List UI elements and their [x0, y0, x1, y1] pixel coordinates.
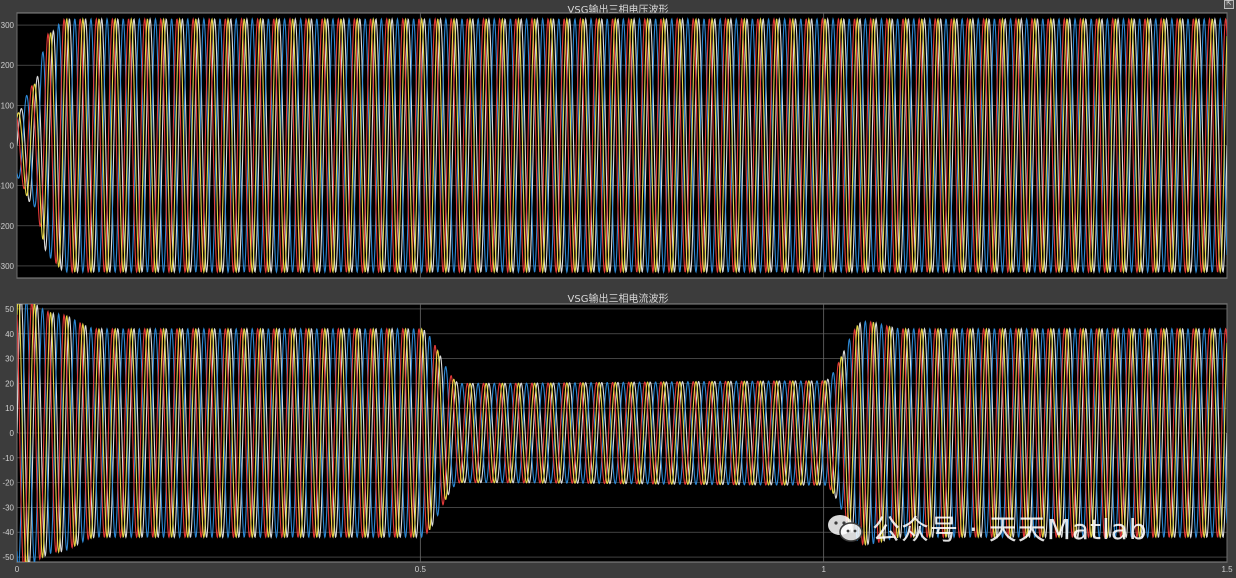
y-tick-label: 30 [5, 355, 14, 364]
y-tick-label: 200 [1, 61, 15, 70]
x-tick-label: 1 [821, 565, 826, 574]
scope-svg: -300-200-1000100200300-50-40-30-20-10010… [0, 12, 1233, 574]
y-tick-label: 20 [5, 379, 14, 388]
y-tick-label: 40 [5, 330, 14, 339]
y-tick-label: -20 [2, 479, 14, 488]
y-tick-label: -100 [0, 182, 15, 191]
x-tick-label: 0 [15, 565, 20, 574]
y-tick-label: -200 [0, 222, 15, 231]
y-tick-label: 10 [5, 404, 14, 413]
y-tick-label: -300 [0, 262, 15, 271]
y-tick-label: -10 [2, 454, 14, 463]
y-tick-label: 300 [1, 21, 15, 30]
watermark-text: 公众号 · 天天Matlab [872, 513, 1148, 546]
wechat-icon [826, 513, 864, 543]
y-tick-label: 100 [1, 101, 15, 110]
y-tick-label: -50 [2, 553, 14, 562]
x-tick-label: 1.5 [1221, 565, 1233, 574]
y-tick-label: 50 [5, 305, 14, 314]
y-tick-label: -30 [2, 503, 14, 512]
y-tick-label: 0 [10, 429, 15, 438]
y-tick-label: -40 [2, 528, 14, 537]
watermark: 公众号 · 天天Matlab [826, 508, 1148, 548]
y-tick-label: 0 [10, 142, 15, 151]
x-tick-label: 0.5 [415, 565, 427, 574]
